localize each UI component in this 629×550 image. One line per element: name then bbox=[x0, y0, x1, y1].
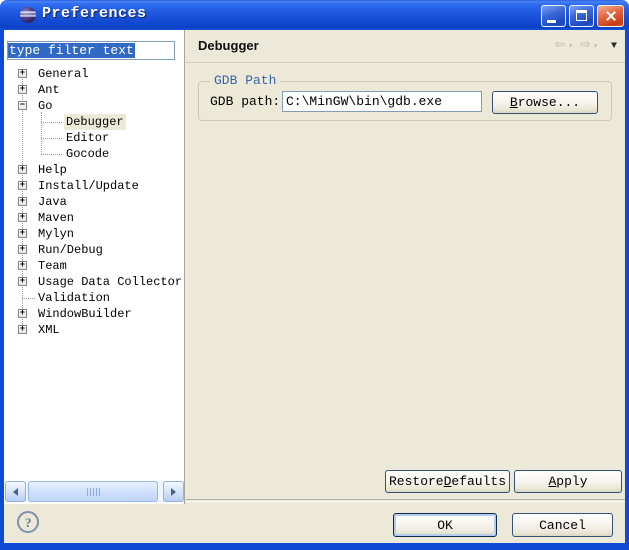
tree-item-label: XML bbox=[36, 322, 62, 338]
tree-item-label: General bbox=[36, 66, 90, 82]
tree-item-label: Java bbox=[36, 194, 69, 210]
tree-item-gocode[interactable]: Gocode bbox=[4, 146, 184, 162]
page-title: Debugger bbox=[198, 38, 259, 53]
restore-defaults-button[interactable]: Restore Defaults bbox=[385, 470, 510, 493]
window-border bbox=[625, 30, 629, 550]
expand-toggle-icon[interactable]: + bbox=[18, 245, 27, 254]
window-title: Preferences bbox=[42, 5, 147, 22]
expand-toggle-icon[interactable]: + bbox=[18, 229, 27, 238]
tree-item-debugger[interactable]: Debugger bbox=[4, 114, 184, 130]
titlebar: Preferences bbox=[0, 0, 629, 30]
tree-item-label: Validation bbox=[36, 290, 112, 306]
tree-item-windowbuilder[interactable]: + WindowBuilder bbox=[4, 306, 184, 322]
tree-item-usage-data-collector[interactable]: + Usage Data Collector bbox=[4, 274, 184, 290]
tree-item-run-debug[interactable]: + Run/Debug bbox=[4, 242, 184, 258]
help-button[interactable]: ? bbox=[17, 511, 39, 533]
expand-toggle-icon[interactable]: − bbox=[18, 101, 27, 110]
scroll-right-icon bbox=[171, 488, 180, 496]
gdb-path-input[interactable] bbox=[282, 91, 482, 112]
back-button[interactable]: ⇦ bbox=[555, 34, 565, 58]
expand-toggle-icon[interactable]: + bbox=[18, 181, 27, 190]
horizontal-scrollbar[interactable] bbox=[5, 481, 184, 502]
expand-toggle-icon[interactable]: + bbox=[18, 261, 27, 270]
scrollbar-grip-icon bbox=[87, 488, 100, 496]
tree-item-label: WindowBuilder bbox=[36, 306, 134, 322]
preferences-tree: +General+Ant−GoDebuggerEditorGocode+Help… bbox=[4, 66, 184, 366]
tree-item-label: Run/Debug bbox=[36, 242, 105, 258]
tree-item-label: Ant bbox=[36, 82, 62, 98]
tree-item-ant[interactable]: + Ant bbox=[4, 82, 184, 98]
forward-dropdown-icon[interactable]: ▾ bbox=[593, 41, 598, 51]
tree-item-team[interactable]: + Team bbox=[4, 258, 184, 274]
tree-item-label: Debugger bbox=[64, 114, 126, 130]
tree-item-install-update[interactable]: + Install/Update bbox=[4, 178, 184, 194]
tree-item-label: Gocode bbox=[64, 146, 111, 162]
page-navigation: ⇦ ▾ ⇨ ▾ ▼ bbox=[555, 34, 617, 58]
minimize-button[interactable] bbox=[541, 5, 566, 27]
expand-toggle-icon[interactable]: + bbox=[18, 309, 27, 318]
tree-item-maven[interactable]: + Maven bbox=[4, 210, 184, 226]
preference-page-panel: Debugger ⇦ ▾ ⇨ ▾ ▼ GDB Path GDB path: Br… bbox=[186, 30, 625, 504]
tree-item-general[interactable]: + General bbox=[4, 66, 184, 82]
preferences-tree-panel: type filter text +General+Ant−GoDebugger… bbox=[4, 30, 185, 504]
expand-toggle-icon[interactable]: + bbox=[18, 213, 27, 222]
tree-item-label: Go bbox=[36, 98, 54, 114]
maximize-button[interactable] bbox=[569, 5, 594, 27]
expand-toggle-icon[interactable]: + bbox=[18, 69, 27, 78]
close-button[interactable] bbox=[597, 5, 624, 27]
tree-item-go[interactable]: −Go bbox=[4, 98, 184, 114]
scroll-left-icon bbox=[9, 488, 18, 496]
scroll-right-button[interactable] bbox=[163, 481, 184, 502]
group-label: GDB Path bbox=[210, 73, 280, 89]
apply-button[interactable]: Apply bbox=[514, 470, 622, 493]
tree-item-label: Maven bbox=[36, 210, 76, 226]
forward-button[interactable]: ⇨ bbox=[580, 34, 590, 58]
minimize-icon bbox=[547, 20, 556, 23]
tree-item-label: Usage Data Collector bbox=[36, 274, 184, 290]
expand-toggle-icon[interactable]: + bbox=[18, 325, 27, 334]
close-icon bbox=[606, 11, 616, 21]
tree-item-editor[interactable]: Editor bbox=[4, 130, 184, 146]
scrollbar-thumb[interactable] bbox=[28, 481, 158, 502]
tree-item-label: Help bbox=[36, 162, 69, 178]
expand-toggle-icon[interactable]: + bbox=[18, 197, 27, 206]
scroll-left-button[interactable] bbox=[5, 481, 26, 502]
expand-toggle-icon[interactable]: + bbox=[18, 165, 27, 174]
tree-item-label: Team bbox=[36, 258, 69, 274]
tree-item-label: Editor bbox=[64, 130, 111, 146]
eclipse-logo-icon bbox=[20, 7, 36, 23]
tree-item-xml[interactable]: + XML bbox=[4, 322, 184, 338]
tree-item-mylyn[interactable]: + Mylyn bbox=[4, 226, 184, 242]
expand-toggle-icon[interactable]: + bbox=[18, 85, 27, 94]
tree-item-label: Install/Update bbox=[36, 178, 141, 194]
tree-item-validation[interactable]: Validation bbox=[4, 290, 184, 306]
view-menu-button[interactable]: ▼ bbox=[611, 41, 617, 52]
gdb-path-group: GDB Path GDB path: Browse... bbox=[198, 81, 612, 121]
filter-input-selected-text: type filter text bbox=[8, 43, 135, 58]
gdb-path-label: GDB path: bbox=[210, 94, 280, 109]
ok-button[interactable]: OK bbox=[393, 513, 497, 537]
window-border bbox=[0, 543, 629, 550]
browse-button[interactable]: Browse... bbox=[492, 91, 598, 114]
back-dropdown-icon[interactable]: ▾ bbox=[568, 41, 573, 51]
cancel-button[interactable]: Cancel bbox=[512, 513, 613, 537]
dialog-body: type filter text +General+Ant−GoDebugger… bbox=[4, 30, 625, 543]
tree-item-help[interactable]: + Help bbox=[4, 162, 184, 178]
expand-toggle-icon[interactable]: + bbox=[18, 277, 27, 286]
filter-input[interactable]: type filter text bbox=[7, 41, 175, 60]
maximize-icon bbox=[576, 10, 587, 21]
preferences-window: Preferences type filter text + General + An… bbox=[0, 0, 629, 550]
button-bar-separator bbox=[186, 499, 625, 501]
tree-item-java[interactable]: + Java bbox=[4, 194, 184, 210]
page-header: Debugger ⇦ ▾ ⇨ ▾ ▼ bbox=[186, 30, 625, 63]
tree-item-label: Mylyn bbox=[36, 226, 76, 242]
